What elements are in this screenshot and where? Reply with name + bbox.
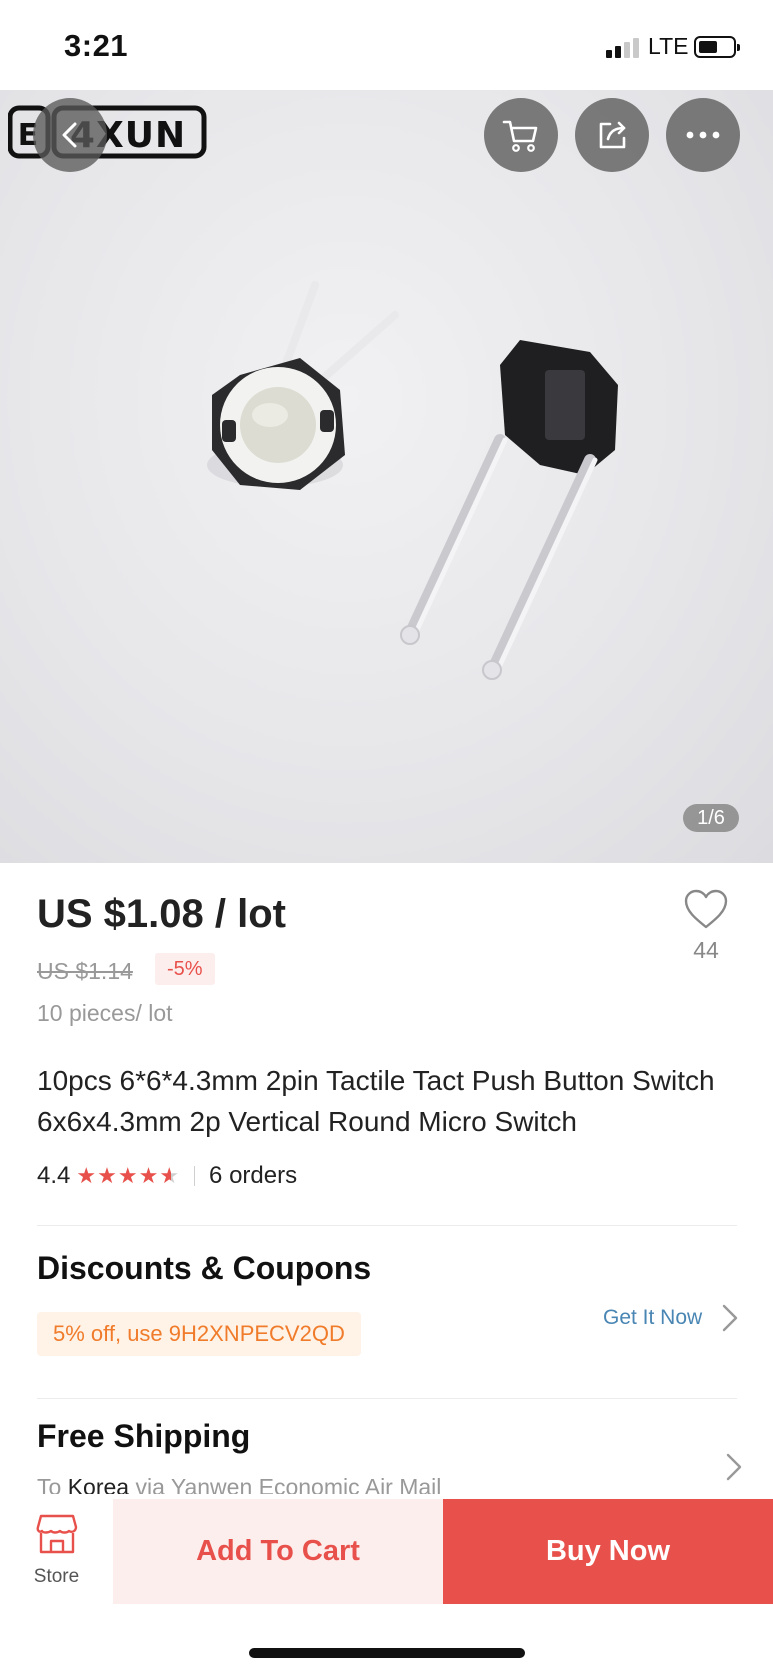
divider xyxy=(37,1225,737,1226)
signal-icon xyxy=(606,38,642,58)
status-bar: 3:21 LTE xyxy=(0,0,773,90)
divider xyxy=(194,1166,196,1186)
status-time: 3:21 xyxy=(64,28,129,63)
more-button[interactable] xyxy=(666,98,740,172)
share-icon xyxy=(599,121,626,149)
chevron-right-icon[interactable] xyxy=(720,1449,746,1485)
order-count: 6 orders xyxy=(209,1162,298,1189)
rating-row[interactable]: 4.4 ★ ★ ★ ★ ★ 6 orders xyxy=(37,1160,297,1192)
cart-icon xyxy=(502,120,538,152)
star-icon: ★ xyxy=(76,1163,97,1188)
divider xyxy=(37,1398,737,1399)
store-label: Store xyxy=(33,1566,80,1587)
shipping-title: Free Shipping xyxy=(37,1418,251,1454)
home-indicator[interactable] xyxy=(249,1648,525,1658)
network-type: LTE xyxy=(648,33,689,59)
chevron-right-icon xyxy=(723,1304,738,1332)
star-half-icon: ★ xyxy=(159,1163,180,1188)
star-icon: ★ xyxy=(117,1163,138,1188)
add-to-cart-button[interactable]: Add To Cart xyxy=(113,1499,443,1604)
discounts-title: Discounts & Coupons xyxy=(37,1250,372,1286)
product-price: US $1.08 / lot xyxy=(37,892,286,936)
star-icon: ★ xyxy=(97,1163,117,1188)
image-pager: 1/6 xyxy=(683,804,739,832)
get-it-now-label: Get It Now xyxy=(603,1306,703,1329)
get-it-now-link[interactable]: Get It Now xyxy=(603,1300,742,1336)
back-arrow-icon xyxy=(62,122,77,148)
more-icon xyxy=(686,131,720,139)
product-title: 10pcs 6*6*4.3mm 2pin Tactile Tact Push B… xyxy=(37,1065,715,1137)
bottom-action-bar: Store Add To Cart Buy Now xyxy=(0,1494,773,1674)
rating-value: 4.4 xyxy=(37,1162,71,1189)
share-button[interactable] xyxy=(575,98,649,172)
cart-button[interactable] xyxy=(484,98,558,172)
unit-info: 10 pieces/ lot xyxy=(37,1000,173,1026)
product-image-gallery[interactable]: 4XUN E 1/6 xyxy=(0,90,773,863)
coupon-code[interactable]: 5% off, use 9H2XNPECV2QD xyxy=(37,1312,361,1356)
store-icon xyxy=(36,1514,78,1554)
rating-stars: ★ ★ ★ ★ ★ xyxy=(76,1163,180,1189)
store-button[interactable]: Store xyxy=(0,1494,113,1604)
original-price: US $1.14 xyxy=(37,958,133,984)
heart-icon xyxy=(684,889,728,929)
wishlist-count: 44 xyxy=(693,937,719,963)
product-photo xyxy=(207,281,618,680)
discount-badge: -5% xyxy=(155,953,215,985)
wishlist-button[interactable]: 44 xyxy=(678,888,734,964)
back-button[interactable] xyxy=(33,98,107,172)
battery-icon xyxy=(694,36,740,58)
star-icon: ★ xyxy=(138,1163,159,1188)
buy-now-button[interactable]: Buy Now xyxy=(443,1499,773,1604)
